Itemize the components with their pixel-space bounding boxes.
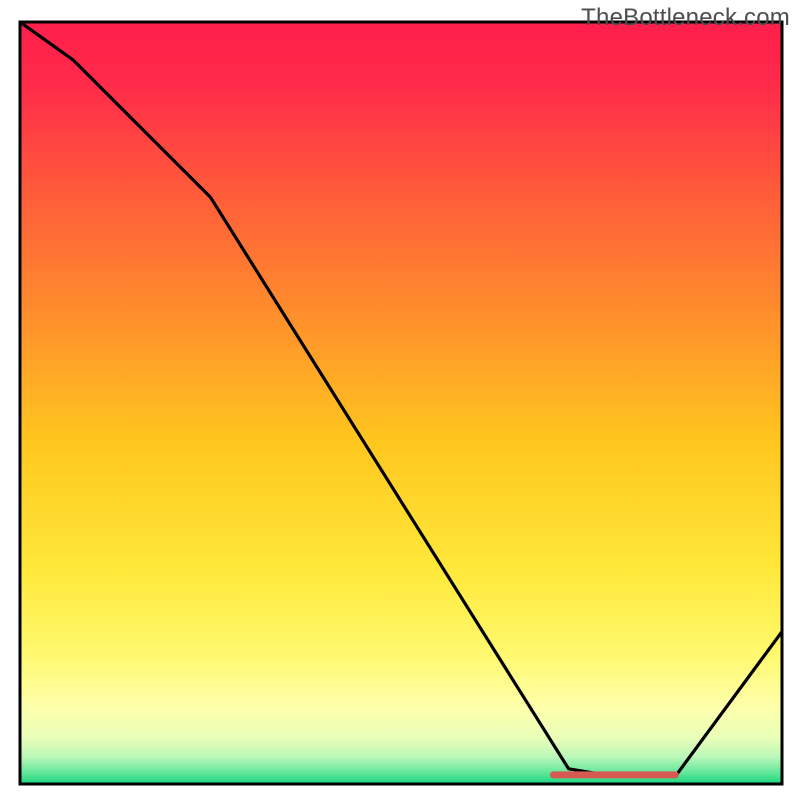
chart-svg: [0, 0, 800, 800]
gradient-background: [20, 22, 782, 784]
watermark-text: TheBottleneck.com: [581, 4, 790, 32]
chart-canvas: TheBottleneck.com: [0, 0, 800, 800]
